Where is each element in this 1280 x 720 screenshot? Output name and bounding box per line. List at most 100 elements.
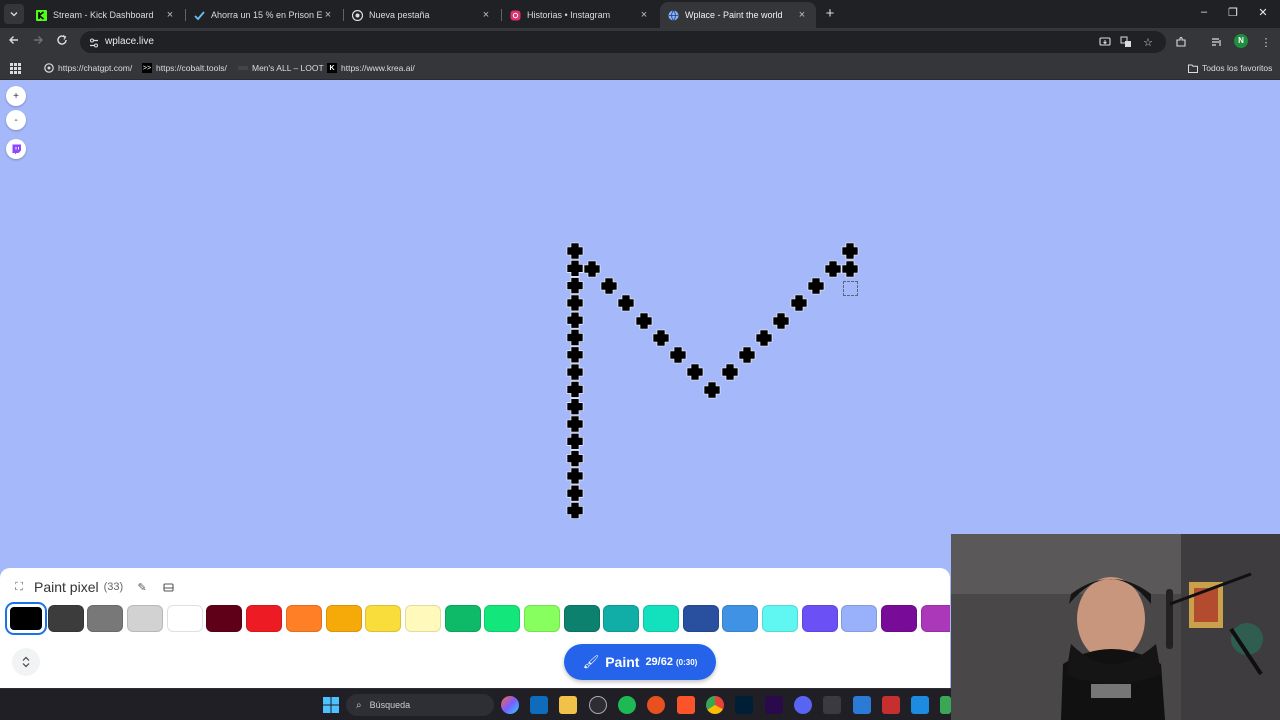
tab-wplace[interactable]: Wplace - Paint the world ×: [660, 2, 816, 28]
color-swatch[interactable]: [365, 605, 402, 632]
color-swatch[interactable]: [166, 605, 203, 632]
color-swatch[interactable]: [523, 605, 560, 632]
discord-icon[interactable]: [794, 696, 812, 714]
site-settings-icon[interactable]: [88, 36, 100, 48]
app-icon[interactable]: [940, 696, 951, 714]
brave-icon[interactable]: [677, 696, 695, 714]
color-swatch[interactable]: [127, 605, 164, 632]
tab-new-tab[interactable]: Nueva pestaña ×: [344, 2, 500, 28]
spotify-icon[interactable]: [618, 696, 636, 714]
install-app-icon[interactable]: [1097, 34, 1113, 50]
color-swatch[interactable]: [643, 605, 679, 632]
profile-avatar[interactable]: N: [1234, 34, 1248, 48]
app-icon[interactable]: [823, 696, 841, 714]
color-swatch[interactable]: [841, 605, 878, 632]
minimize-icon[interactable]: –: [1195, 6, 1213, 18]
taskbar-search[interactable]: ⌕ Búsqueda: [346, 694, 494, 716]
color-swatch[interactable]: [285, 605, 322, 632]
eraser-icon[interactable]: [161, 580, 175, 594]
painted-pixel: [600, 277, 618, 295]
pixel-count: (33): [103, 581, 124, 593]
color-swatch[interactable]: [484, 605, 521, 632]
paint-button[interactable]: 🖌 Paint 29/62 (0:30): [564, 644, 716, 680]
tab-close-button[interactable]: ×: [322, 9, 334, 21]
bookmark-loot[interactable]: Men's ALL – LOOT: [238, 61, 324, 75]
reload-icon[interactable]: [54, 34, 70, 50]
painted-pixel: [841, 260, 859, 278]
panel-header: ⛶ Paint pixel (33) ✎: [12, 578, 175, 596]
chrome-taskbar-icon[interactable]: [706, 696, 724, 714]
color-swatch[interactable]: [404, 605, 441, 632]
tab-close-button[interactable]: ×: [480, 9, 492, 21]
bookmark-chatgpt[interactable]: https://chatgpt.com/: [44, 61, 132, 75]
copilot-icon[interactable]: [501, 696, 519, 714]
color-swatch[interactable]: [5, 602, 47, 635]
painted-pixel: [652, 329, 670, 347]
back-arrow-icon[interactable]: [6, 34, 22, 50]
outlook-icon[interactable]: [530, 696, 548, 714]
painted-pixel: [566, 398, 584, 415]
all-bookmarks-folder[interactable]: Todos los favoritos: [1188, 61, 1272, 75]
bookmark-krea[interactable]: K https://www.krea.ai/: [327, 61, 415, 75]
color-swatch[interactable]: [881, 605, 918, 632]
tab-close-button[interactable]: ×: [638, 9, 650, 21]
color-swatch[interactable]: [682, 605, 719, 632]
color-swatch[interactable]: [325, 605, 362, 632]
color-swatch[interactable]: [563, 605, 600, 632]
panel-title: Paint pixel: [34, 579, 99, 595]
color-swatch[interactable]: [246, 605, 283, 632]
new-tab-button[interactable]: +: [822, 6, 838, 22]
photoshop-icon[interactable]: [735, 696, 753, 714]
tab-close-button[interactable]: ×: [796, 9, 808, 21]
color-swatch[interactable]: [722, 605, 759, 632]
bookmark-cobalt[interactable]: >> https://cobalt.tools/: [142, 61, 227, 75]
kebab-menu-icon[interactable]: ⋮: [1258, 34, 1274, 50]
folder-icon: [1188, 63, 1198, 73]
windows-start-icon[interactable]: [322, 696, 340, 714]
translate-icon[interactable]: [1118, 34, 1134, 50]
apps-grid-icon[interactable]: [10, 61, 21, 75]
color-swatch[interactable]: [762, 605, 799, 632]
tab-search-button[interactable]: [4, 4, 24, 24]
color-swatch[interactable]: [87, 605, 124, 632]
pencil-icon[interactable]: ✎: [135, 580, 149, 594]
media-controls-icon[interactable]: [1209, 34, 1225, 50]
color-swatch[interactable]: [920, 605, 950, 632]
fullscreen-icon[interactable]: ⛶: [12, 580, 26, 594]
color-swatch[interactable]: [47, 605, 84, 632]
tab-kick-dashboard[interactable]: Stream - Kick Dashboard ×: [28, 2, 184, 28]
notepad-icon[interactable]: [853, 696, 871, 714]
tab-instagram[interactable]: Historias • Instagram ×: [502, 2, 658, 28]
restore-icon[interactable]: ❐: [1224, 6, 1242, 19]
file-explorer-icon[interactable]: [559, 696, 577, 714]
app-icon[interactable]: [882, 696, 900, 714]
chevron-down-icon: [10, 12, 18, 17]
painted-pixel: [566, 502, 584, 519]
star-bookmark-icon[interactable]: ☆: [1140, 34, 1156, 50]
app-icon[interactable]: [647, 696, 665, 714]
obs-icon[interactable]: [589, 696, 607, 714]
forward-arrow-icon[interactable]: [30, 34, 46, 50]
webcam-overlay: [951, 534, 1280, 720]
painted-pixel: [790, 294, 808, 312]
close-window-icon[interactable]: ✕: [1254, 6, 1272, 19]
paint-button-label: Paint: [605, 654, 640, 670]
pixel-cursor: [843, 281, 858, 296]
tab-close-button[interactable]: ×: [164, 9, 176, 21]
tab-title: Wplace - Paint the world: [685, 10, 783, 20]
chatgpt-icon: [44, 63, 54, 73]
paint-app-icon[interactable]: [911, 696, 929, 714]
color-swatch[interactable]: [206, 605, 243, 632]
extensions-icon[interactable]: [1173, 34, 1189, 50]
color-swatch[interactable]: [444, 605, 481, 632]
address-bar[interactable]: wplace.live: [80, 31, 1166, 53]
bookmark-label: https://www.krea.ai/: [341, 63, 415, 73]
tab-steam-sale[interactable]: Ahorra un 15 % en Prison Escape ×: [186, 2, 342, 28]
tab-title: Ahorra un 15 % en Prison Escape: [211, 10, 322, 20]
collapse-toggle[interactable]: [12, 648, 40, 676]
tab-title: Historias • Instagram: [527, 10, 611, 20]
color-swatch[interactable]: [801, 605, 838, 632]
color-swatch[interactable]: [603, 605, 640, 632]
premiere-icon[interactable]: [765, 696, 783, 714]
painted-pixel: [721, 363, 739, 381]
